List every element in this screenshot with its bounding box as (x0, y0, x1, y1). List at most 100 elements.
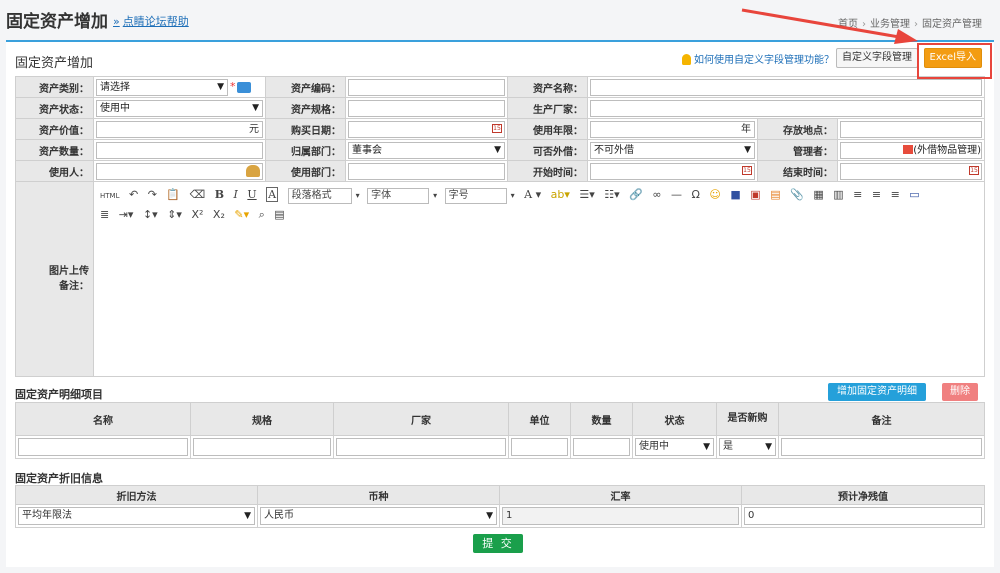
asset-category-label: 资产类别： (15, 76, 94, 98)
preview-icon[interactable]: ▤ (274, 208, 284, 221)
add-detail-button[interactable]: 增加固定资产明细 (828, 383, 926, 401)
submit-button[interactable]: 提 交 (473, 534, 523, 553)
asset-value-input[interactable]: 元 (96, 120, 263, 138)
depreciation-table: 折旧方法 币种 汇率 预计净残值 平均年限法 ▼ 人民币 ▼ 1 0 (15, 485, 985, 528)
calendar-icon[interactable]: 15 (492, 123, 502, 133)
table-row: 使用中 ▼ 是 ▼ (15, 435, 985, 459)
use-department-input[interactable] (348, 162, 505, 180)
horizontal-rule-icon[interactable]: — (671, 188, 682, 201)
detail-quantity-input[interactable] (573, 438, 630, 456)
redo-icon[interactable]: ↷ (148, 188, 157, 201)
asset-code-input[interactable] (348, 78, 505, 96)
service-life-input[interactable]: 年 (590, 120, 755, 138)
breadcrumb-business[interactable]: 业务管理 (870, 19, 910, 30)
align-center-icon[interactable]: ≡ (872, 188, 881, 201)
bullet-list-icon[interactable]: ☰▾ (579, 188, 594, 201)
detail-manufacturer-input[interactable] (336, 438, 506, 456)
font-select[interactable]: 字体 (367, 188, 430, 204)
format-brush-icon[interactable]: ✎▾ (234, 208, 249, 221)
detail-name-input[interactable] (18, 438, 188, 456)
html-source-icon[interactable]: HTML (100, 192, 119, 200)
asset-quantity-input[interactable] (96, 141, 263, 159)
underline-icon[interactable]: U (247, 188, 256, 201)
link-icon[interactable]: 🔗 (629, 188, 643, 201)
breadcrumb-home[interactable]: 首页 (838, 19, 858, 30)
image-icon[interactable]: ▤ (770, 188, 780, 201)
currency-select[interactable]: 人民币 ▼ (260, 507, 497, 525)
indent-icon[interactable]: ⇥▾ (119, 208, 134, 221)
user-picker-icon[interactable] (246, 164, 260, 177)
purchase-date-input[interactable]: 15 (348, 120, 505, 138)
detail-is-new-select[interactable]: 是 ▼ (719, 438, 776, 456)
custom-field-button[interactable]: 自定义字段管理 (836, 48, 918, 68)
owner-department-select[interactable]: 董事会 ▼ (348, 141, 505, 159)
detail-status-select[interactable]: 使用中 ▼ (635, 438, 714, 456)
help-link[interactable]: » 点睛论坛帮助 (113, 13, 189, 29)
asset-status-select[interactable]: 使用中 ▼ (96, 99, 263, 117)
exchange-rate-input[interactable]: 1 (502, 507, 739, 525)
start-time-input[interactable]: 15 (590, 162, 755, 180)
user-input[interactable] (96, 162, 263, 180)
editor-toolbar-row-1: HTML ↶ ↷ 📋 ⌫ B I U A 段落格式 ▾ 字体 ▾ 字号 ▾ A ▾ a… (100, 187, 926, 204)
eraser-icon[interactable]: ⌫ (190, 188, 206, 201)
chevron-down-icon: ▾ (433, 191, 438, 200)
residual-value-input[interactable]: 0 (744, 507, 982, 525)
special-char-icon[interactable]: Ω (692, 188, 700, 201)
find-replace-icon[interactable]: ⌕ (259, 208, 265, 222)
template-icon[interactable]: ▥ (833, 188, 843, 201)
border-text-icon[interactable]: A (266, 187, 279, 202)
highlight-icon[interactable]: ab▾ (551, 188, 570, 201)
attachment-icon[interactable]: 📎 (790, 188, 804, 201)
paste-icon[interactable]: 📋 (166, 188, 180, 201)
paragraph-format-select[interactable]: 段落格式 (287, 188, 352, 204)
detail-unit-input[interactable] (511, 438, 568, 456)
font-color-icon[interactable]: A ▾ (524, 188, 541, 201)
col-remark: 备注 (778, 402, 985, 436)
align-right-icon[interactable]: ≡ (891, 188, 900, 201)
rich-text-editor[interactable]: HTML ↶ ↷ 📋 ⌫ B I U A 段落格式 ▾ 字体 ▾ 字号 ▾ A ▾ a… (94, 182, 985, 376)
clear-icon[interactable] (903, 144, 914, 154)
align-left-icon[interactable]: ≡ (853, 188, 862, 201)
undo-icon[interactable]: ↶ (129, 188, 138, 201)
category-picker-icon[interactable] (236, 81, 251, 93)
paragraph-spacing-icon[interactable]: ⇕▾ (167, 208, 182, 221)
lightbulb-icon (682, 54, 691, 65)
table-icon[interactable]: ▦ (813, 188, 823, 201)
unlink-icon[interactable]: ∞ (652, 188, 661, 201)
bold-icon[interactable]: B (215, 188, 224, 201)
fullscreen-icon[interactable]: ▭ (909, 188, 919, 201)
calendar-icon[interactable]: 15 (742, 165, 752, 175)
calendar-icon[interactable]: 15 (969, 165, 980, 175)
depreciation-method-select[interactable]: 平均年限法 ▼ (18, 507, 255, 525)
asset-category-select[interactable]: 请选择 ▼ (96, 78, 228, 96)
align-justify-icon[interactable]: ≣ (100, 208, 109, 221)
unit-yuan: 元 (249, 123, 259, 135)
italic-icon[interactable]: I (234, 188, 238, 201)
subscript-icon[interactable]: X₂ (213, 208, 225, 221)
help-prefix: » (113, 15, 120, 28)
detail-remark-input[interactable] (781, 438, 982, 456)
custom-field-tip[interactable]: 如何使用自定义字段管理功能？ (682, 51, 834, 66)
manager-note: (外借物品管理) (913, 144, 982, 156)
chevron-down-icon: ▼ (244, 511, 251, 521)
manager-input[interactable]: (外借物品管理) (840, 141, 983, 159)
start-time-label: 开始时间： (507, 160, 588, 182)
lendable-select[interactable]: 不可外借 ▼ (590, 141, 755, 159)
font-size-select[interactable]: 字号 (444, 188, 507, 204)
save-icon[interactable]: ■ (730, 188, 740, 201)
detail-spec-input[interactable] (193, 438, 331, 456)
breadcrumb-current: 固定资产管理 (922, 19, 982, 30)
pdf-icon[interactable]: ▣ (750, 188, 760, 201)
delete-detail-button[interactable]: 删除 (942, 383, 978, 401)
storage-location-input[interactable] (840, 120, 983, 138)
asset-name-input[interactable] (590, 78, 983, 96)
superscript-icon[interactable]: X² (191, 208, 203, 221)
line-spacing-icon[interactable]: ↕▾ (143, 208, 158, 221)
required-marker: * (230, 80, 236, 93)
manufacturer-input[interactable] (590, 99, 983, 117)
asset-spec-input[interactable] (348, 99, 505, 117)
emoji-icon[interactable]: ☺ (709, 188, 720, 201)
end-time-input[interactable]: 15 (840, 162, 983, 180)
numbered-list-icon[interactable]: ☷▾ (604, 188, 619, 201)
col-status: 状态 (632, 402, 717, 436)
